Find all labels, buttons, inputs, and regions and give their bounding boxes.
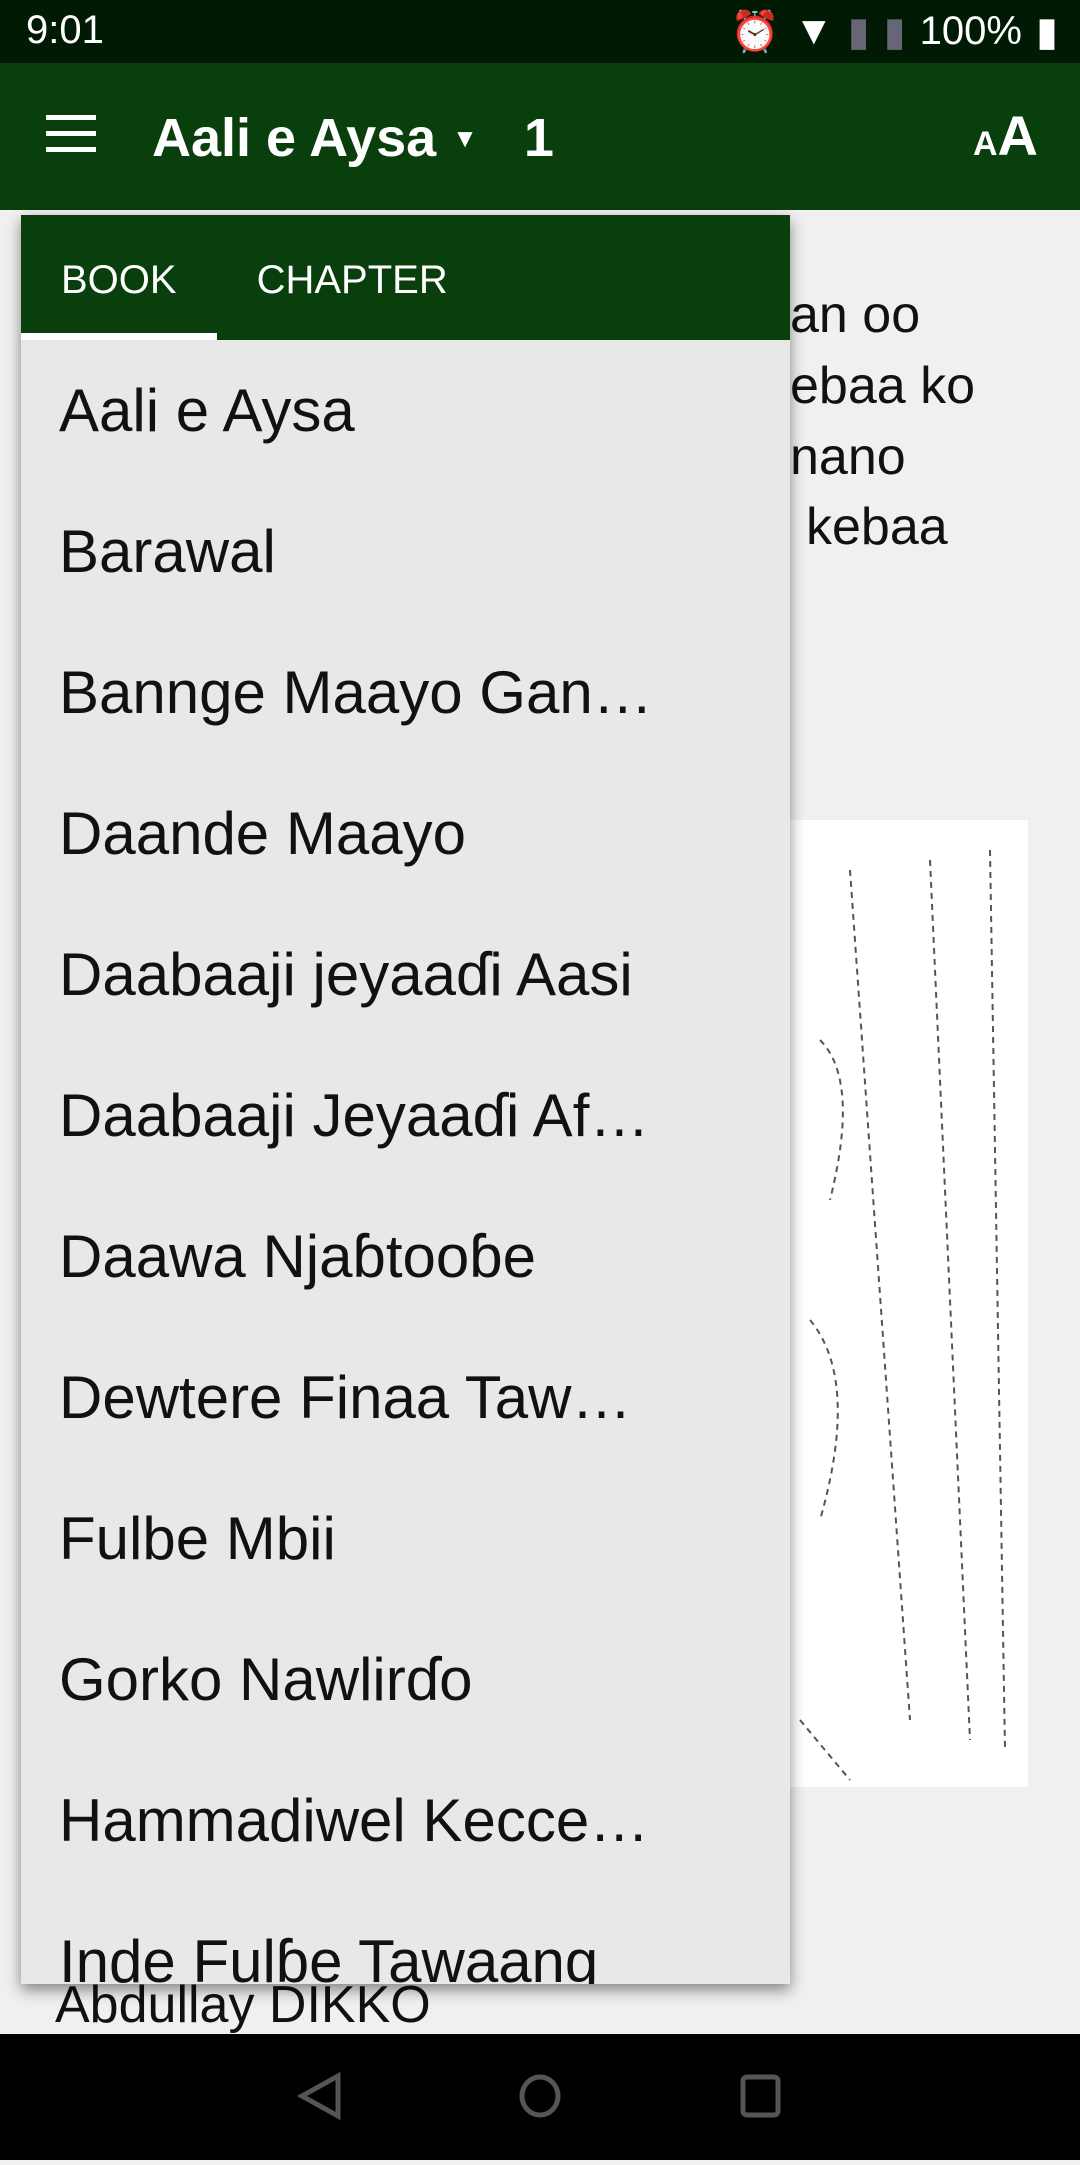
book-item[interactable]: Bannge Maayo Gan… [21, 622, 790, 763]
toolbar: Aali e Aysa ▼ 1 AA [0, 63, 1080, 210]
home-icon [519, 2074, 561, 2118]
alarm-icon: ⏰ [730, 10, 781, 54]
book-item[interactable]: Aali e Aysa [21, 340, 790, 481]
wifi-icon: ▼ [794, 9, 834, 53]
book-item[interactable]: Daabaaji Jeyaaɗi Af… [21, 1045, 790, 1186]
book-item[interactable]: Inde Fulɓe Tawaang [21, 1891, 790, 1984]
illustration [790, 820, 1028, 1787]
book-item[interactable]: Daande Maayo [21, 763, 790, 904]
tab-book[interactable]: BOOK [21, 215, 217, 340]
book-chapter-popup: BOOK CHAPTER Aali e Aysa Barawal Bannge Ma… [21, 215, 790, 1984]
author-text: Abdullay DIKKO [55, 1976, 431, 2034]
status-bar: 9:01 ⏰ ▼ ▮ ▮ 100% ▮ [0, 0, 1080, 63]
book-item[interactable]: Daawa Njaɓtooɓe [21, 1186, 790, 1327]
book-list[interactable]: Aali e Aysa Barawal Bannge Maayo Gan… Daand… [21, 340, 790, 1984]
battery-charging-icon: ▮ [1035, 9, 1058, 54]
clock: 9:01 [26, 8, 104, 52]
book-chapter-selector[interactable]: Aali e Aysa ▼ 1 [152, 107, 554, 169]
chapter-number: 1 [523, 108, 554, 168]
back-icon [296, 2071, 341, 2121]
tab-chapter[interactable]: CHAPTER [217, 215, 488, 340]
hamburger-menu-button[interactable] [46, 115, 96, 155]
navigation-bar [0, 2034, 1080, 2160]
book-item[interactable]: Barawal [21, 481, 790, 622]
verse-text: an oo [790, 286, 921, 344]
text-size-button[interactable]: AA [973, 103, 1038, 168]
book-item[interactable]: Gorko Nawlirɗo [21, 1609, 790, 1750]
book-title: Aali e Aysa [152, 108, 437, 168]
verse-text: kebaa [806, 498, 948, 556]
book-item[interactable]: Daabaaji jeyaaɗi Aasi [21, 904, 790, 1045]
no-sim-icon: ▮ [847, 9, 870, 54]
book-item[interactable]: Fulbe Mbii [21, 1468, 790, 1609]
verse-text: nano [790, 428, 906, 486]
book-item[interactable]: Hammadiwel Kecce… [21, 1750, 790, 1891]
book-item[interactable]: Dewtere Finaa Taw… [21, 1327, 790, 1468]
battery-text: 100% [919, 9, 1022, 53]
verse-text: ebaa ko [790, 357, 976, 415]
dropdown-caret-icon: ▼ [452, 122, 478, 153]
recents-icon [740, 2074, 781, 2118]
no-sim-icon: ▮ [883, 9, 906, 54]
